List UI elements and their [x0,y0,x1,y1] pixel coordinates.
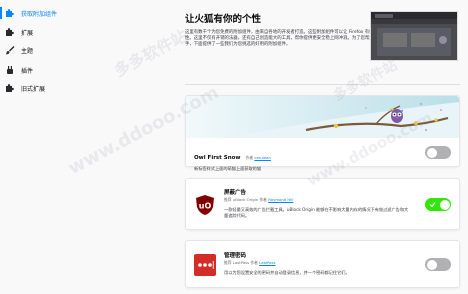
ublock-origin-icon: uO [194,194,216,216]
author-link[interactable]: Raymond Hill [268,197,293,202]
sidebar-item-get-addons[interactable]: 获取附加组件 [0,5,120,21]
author-link[interactable]: cerulean [254,155,271,160]
sidebar-item-extensions[interactable]: 扩展 [0,24,120,40]
sidebar-item-label: 主题 [21,47,34,55]
lastpass-card-info: 管理密码 推荐 LastPass 作者 LastPass 用以为您设置安全的密码… [224,251,409,276]
sidebar: 获取附加组件 扩展 主题 插件 旧式扩展 [0,0,120,294]
addon-author-line: 推荐 LastPass 作者 LastPass [224,260,409,266]
ublock-card-info: 屏蔽广告 推荐 uBlock Origin 作者 Raymond Hill 一款… [224,188,409,218]
puzzle-icon [5,83,15,93]
sidebar-item-label: 旧式扩展 [21,85,46,93]
sidebar-item-legacy-extensions[interactable]: 旧式扩展 [0,80,120,96]
puzzle-icon [5,27,15,37]
toggle-knob [426,147,437,158]
enable-toggle-lastpass[interactable] [425,258,451,271]
sidebar-item-plugins[interactable]: 插件 [0,62,120,78]
sidebar-item-themes[interactable]: 主题 [0,42,120,58]
addon-author-line: 推荐 uBlock Origin 作者 Raymond Hill [224,197,409,203]
owl-card-info: Owl First Snow 作者 cerulean 新标签样式上面的萌猫上面获… [194,144,374,172]
puzzle-icon [5,8,15,18]
addon-name: 屏蔽广告 [224,190,247,196]
addon-description: 新标签样式上面的萌猫上面获取的猫 [194,166,262,171]
author-prefix: 作者 [245,155,254,160]
addon-name: Owl First Snow [194,155,241,161]
enable-toggle-owl[interactable] [425,146,451,159]
addon-description: 用以为您设置安全的密码并自动登录信息，并一个密码都记住它们。 [224,270,350,275]
author-prefix: 推荐 uBlock Origin 作者 [224,197,267,202]
addon-card-lastpass: 管理密码 推荐 LastPass 作者 LastPass 用以为您设置安全的密码… [185,240,460,288]
divider [185,84,460,85]
svg-text:uO: uO [199,202,212,211]
addon-author-line: 作者 cerulean [246,155,271,160]
author-link[interactable]: LastPass [259,260,275,265]
intro-text: 这里有数千个为您免费的附加组件，由来自各地的开发者打造。这些附加组件可以让 Fi… [185,30,383,48]
sidebar-item-label: 扩展 [21,29,34,37]
theme-card-owl: Owl First Snow 作者 cerulean 新标签样式上面的萌猫上面获… [185,95,460,171]
lastpass-icon [194,254,216,276]
sidebar-item-label: 插件 [21,67,34,75]
addon-card-ublock: uO 屏蔽广告 推荐 uBlock Origin 作者 Raymond Hill… [185,178,460,230]
checkmark-icon [429,202,436,208]
brush-icon [5,45,15,55]
page-title: 让火狐有你的个性 [185,14,262,25]
toggle-knob [426,259,437,270]
toggle-knob [439,199,450,210]
owl-theme-banner [186,96,459,138]
plugin-icon [5,65,15,75]
enable-toggle-ublock[interactable] [425,198,451,211]
main-content: 让火狐有你的个性 这里有数千个为您免费的附加组件，由来自各地的开发者打造。这些附… [120,0,468,294]
addon-name: 管理密码 [224,253,247,259]
firefox-preview-image [370,11,458,61]
sidebar-item-label: 获取附加组件 [21,10,58,18]
author-prefix: 推荐 LastPass 作者 [224,260,258,265]
addon-description: 一款轻量又高效的广告拦截工具。uBlock Origin 能够在不影响大量内存的… [224,207,409,218]
